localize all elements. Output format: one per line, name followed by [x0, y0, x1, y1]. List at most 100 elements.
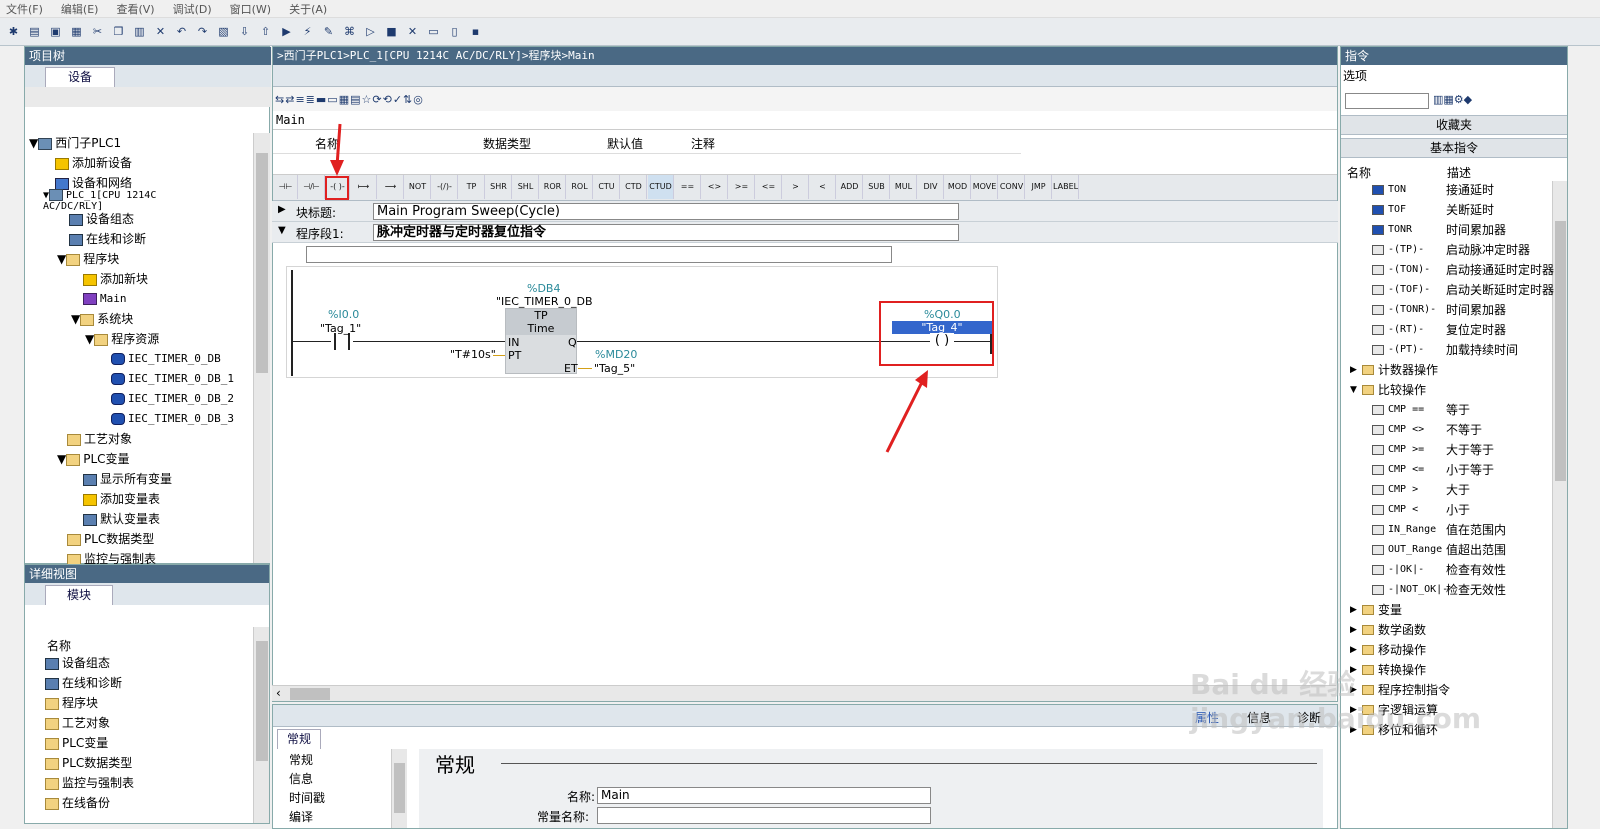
ladder-btn-27[interactable]: CONV: [999, 175, 1025, 199]
ladder-btn-5[interactable]: NOT: [405, 175, 431, 199]
instruction-row[interactable]: -(PT)- 加载持续时间: [1342, 340, 1568, 360]
tree-item-device-config[interactable]: 设备组态: [69, 209, 134, 229]
tab-devices[interactable]: 设备: [45, 67, 115, 87]
network-title-input[interactable]: 脉冲定时器与定时器复位指令: [373, 224, 959, 241]
constant-field[interactable]: [597, 807, 931, 824]
tree-item-add-block[interactable]: 添加新块: [83, 269, 148, 289]
detail-item-online-backup[interactable]: 在线备份: [45, 793, 110, 813]
tree-item-default-tag-table[interactable]: 默认变量表: [83, 509, 160, 529]
cut-icon[interactable]: ✂: [88, 22, 107, 41]
instruction-row[interactable]: IN_Range 值在范围内: [1342, 520, 1568, 540]
favorites-header[interactable]: 收藏夹: [1341, 115, 1567, 135]
tree-item-plc-data-types[interactable]: PLC数据类型: [67, 529, 154, 549]
instruction-row[interactable]: CMP > 大于: [1342, 480, 1568, 500]
tree-item-plc-project[interactable]: ▼ 西门子PLC1: [29, 133, 121, 153]
ladder-btn-0[interactable]: ⊣⊢: [274, 175, 298, 199]
no-contact-symbol[interactable]: [331, 333, 353, 350]
menu-debug[interactable]: 调试(D): [173, 1, 212, 17]
scroll-thumb[interactable]: [394, 763, 405, 813]
ladder-btn-4[interactable]: ⟶: [378, 175, 404, 199]
instruction-row[interactable]: -(TON)- 启动接通延时定时器: [1342, 260, 1568, 280]
tree-item-timer-db[interactable]: IEC_TIMER_0_DB: [111, 349, 221, 369]
instruction-row[interactable]: TONR 时间累加器: [1342, 220, 1568, 240]
instruction-row[interactable]: 比较操作 ▼: [1342, 380, 1568, 400]
menu-file[interactable]: 文件(F): [6, 1, 43, 17]
offline-icon[interactable]: ✎: [319, 22, 338, 41]
tree-item-timer-db-3[interactable]: IEC_TIMER_0_DB_3: [111, 409, 234, 429]
tree-item-online-diag[interactable]: 在线和诊断: [69, 229, 146, 249]
ladder-btn-3[interactable]: ⟼: [351, 175, 377, 199]
ladder-btn-10[interactable]: ROR: [540, 175, 566, 199]
tree-item-plc1[interactable]: ▼ PLC_1[CPU 1214C AC/DC/RLY]: [43, 189, 193, 212]
tp-timer-box[interactable]: TP Time IN PT Q ET: [505, 308, 578, 375]
ladder-btn-20[interactable]: <: [810, 175, 836, 199]
tree-item-watch-tables[interactable]: 监控与强制表: [67, 549, 156, 565]
go-to-error-icon[interactable]: ✓: [393, 93, 402, 106]
nav-timestamps[interactable]: 时间戳: [289, 789, 325, 806]
copy-icon[interactable]: ❐: [109, 22, 128, 41]
absolute-operands-icon[interactable]: ▤: [350, 93, 360, 106]
ladder-btn-25[interactable]: MOD: [945, 175, 971, 199]
start-cpu-icon[interactable]: ▷: [361, 22, 380, 41]
new-project-icon[interactable]: ✱: [4, 22, 23, 41]
library-icon[interactable]: ▪: [466, 22, 485, 41]
split-horizontal-icon[interactable]: ▭: [424, 22, 443, 41]
tree-item-timer-db-1[interactable]: IEC_TIMER_0_DB_1: [111, 369, 234, 389]
save-icon[interactable]: ▣: [46, 22, 65, 41]
ladder-btn-29[interactable]: LABEL: [1053, 175, 1079, 199]
download-icon[interactable]: ⇩: [235, 22, 254, 41]
tree-item-add-device[interactable]: 添加新设备: [55, 153, 132, 173]
add-row-icon[interactable]: ≣: [306, 93, 315, 106]
compile-icon[interactable]: ▧: [214, 22, 233, 41]
tree-item-show-all-tags[interactable]: 显示所有变量: [83, 469, 172, 489]
scroll-left-icon[interactable]: ‹: [276, 686, 281, 700]
ladder-btn-14[interactable]: CTUD: [648, 175, 674, 199]
detail-item-program-blocks[interactable]: 程序块: [45, 693, 98, 713]
ladder-btn-13[interactable]: CTD: [621, 175, 647, 199]
instruction-row[interactable]: 移动操作 ▶: [1342, 640, 1568, 660]
nav-general[interactable]: 常规: [289, 751, 313, 768]
ladder-btn-7[interactable]: TP: [459, 175, 485, 199]
comment-icon[interactable]: ▦: [339, 93, 349, 106]
tree-item-tech-objects[interactable]: 工艺对象: [67, 429, 132, 449]
instruction-search-input[interactable]: [1345, 93, 1429, 109]
monitor-icon[interactable]: ⟳: [372, 93, 381, 106]
ladder-btn-9[interactable]: SHL: [513, 175, 539, 199]
ladder-btn-15[interactable]: ==: [675, 175, 701, 199]
scroll-thumb[interactable]: [256, 641, 268, 761]
detail-item-online-diag[interactable]: 在线和诊断: [45, 673, 122, 693]
close-all-icon[interactable]: ▭: [327, 93, 337, 106]
ladder-btn-21[interactable]: ADD: [837, 175, 863, 199]
delete-icon[interactable]: ✕: [151, 22, 170, 41]
nav-info[interactable]: 信息: [289, 770, 313, 787]
compare-icon[interactable]: ⇅: [403, 93, 412, 106]
ladder-btn-16[interactable]: <>: [702, 175, 728, 199]
simulate-icon[interactable]: ▶: [277, 22, 296, 41]
open-folder-icon[interactable]: ▤: [25, 22, 44, 41]
instruction-row[interactable]: TON 接通延时: [1342, 180, 1568, 200]
expand-arrow-icon[interactable]: ▶: [1350, 640, 1357, 660]
ladder-btn-1[interactable]: ⊣/⊢: [299, 175, 325, 199]
ladder-btn-22[interactable]: SUB: [864, 175, 890, 199]
tree-item-system-blocks[interactable]: ▼ 系统块: [71, 309, 133, 329]
delete-network-icon[interactable]: ⇄: [285, 93, 294, 106]
stop-cpu-icon[interactable]: ■: [382, 22, 401, 41]
undo-icon[interactable]: ↶: [172, 22, 191, 41]
ladder-btn-19[interactable]: >: [783, 175, 809, 199]
insert-network-icon[interactable]: ⇆: [275, 93, 284, 106]
tree-item-program-resources[interactable]: ▼ 程序资源: [85, 329, 159, 349]
ladder-btn-12[interactable]: CTU: [594, 175, 620, 199]
expand-arrow-icon[interactable]: ▶: [1350, 600, 1357, 620]
instruction-row[interactable]: 计数器操作 ▶: [1342, 360, 1568, 380]
instruction-row[interactable]: CMP < 小于: [1342, 500, 1568, 520]
detail-item-device-config[interactable]: 设备组态: [45, 653, 110, 673]
expand-arrow-icon[interactable]: ▼: [1350, 380, 1357, 400]
network-comment-input[interactable]: [306, 246, 892, 263]
expand-arrow-icon[interactable]: ▶: [1350, 620, 1357, 640]
glasses-icon[interactable]: ◎: [413, 93, 423, 106]
ladder-btn-18[interactable]: <=: [756, 175, 782, 199]
instruction-row[interactable]: 变量 ▶: [1342, 600, 1568, 620]
detail-view-scrollbar[interactable]: [253, 627, 269, 823]
instruction-row[interactable]: -(TP)- 启动脉冲定时器: [1342, 240, 1568, 260]
instruction-row[interactable]: -|NOT_OK|- 检查无效性: [1342, 580, 1568, 600]
